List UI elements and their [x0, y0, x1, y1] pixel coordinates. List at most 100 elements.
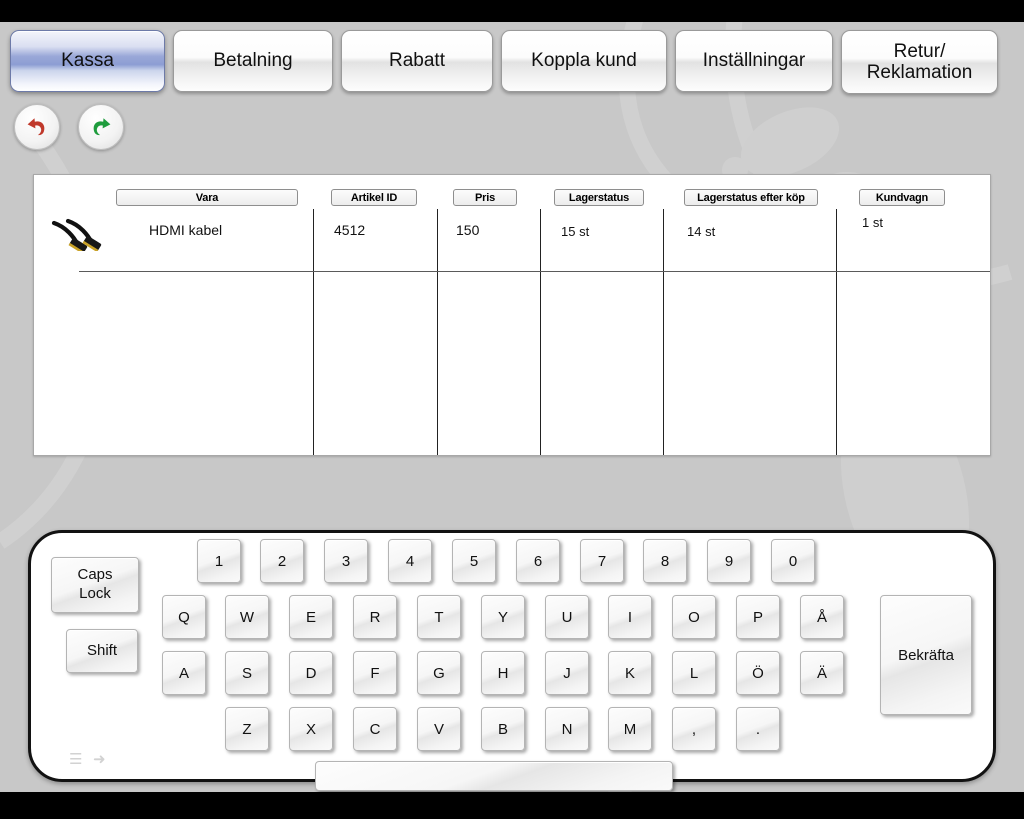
- key-aring[interactable]: Å: [800, 595, 844, 639]
- key-3[interactable]: 3: [324, 539, 368, 583]
- tab-betalning-label: Betalning: [213, 50, 293, 72]
- key-y[interactable]: Y: [481, 595, 525, 639]
- key-label: 6: [533, 552, 543, 570]
- key-g[interactable]: G: [417, 651, 461, 695]
- tab-kassa[interactable]: Kassa: [10, 30, 165, 92]
- key-comma[interactable]: ,: [672, 707, 716, 751]
- key-7[interactable]: 7: [580, 539, 624, 583]
- column-header-vara[interactable]: Vara: [116, 189, 298, 206]
- key-label: P: [752, 608, 763, 626]
- key-odia[interactable]: Ö: [736, 651, 780, 695]
- column-header-lagerstatus[interactable]: Lagerstatus: [554, 189, 644, 206]
- column-header-label: Vara: [195, 191, 219, 204]
- key-1[interactable]: 1: [197, 539, 241, 583]
- key-w[interactable]: W: [225, 595, 269, 639]
- key-label: 4: [405, 552, 415, 570]
- key-label: N: [561, 720, 573, 738]
- key-b[interactable]: B: [481, 707, 525, 751]
- column-divider: [313, 209, 314, 455]
- key-0[interactable]: 0: [771, 539, 815, 583]
- key-u[interactable]: U: [545, 595, 589, 639]
- keyboard-layout-icon[interactable]: ☰: [69, 752, 82, 767]
- key-r[interactable]: R: [353, 595, 397, 639]
- key-f[interactable]: F: [353, 651, 397, 695]
- key-label: 5: [469, 552, 479, 570]
- key-2[interactable]: 2: [260, 539, 304, 583]
- key-label: Å: [816, 608, 827, 626]
- key-i[interactable]: I: [608, 595, 652, 639]
- tab-rabatt-label: Rabatt: [389, 50, 445, 72]
- tab-rabatt[interactable]: Rabatt: [341, 30, 493, 92]
- key-9[interactable]: 9: [707, 539, 751, 583]
- tab-installningar-label: Inställningar: [702, 50, 806, 72]
- key-label: M: [623, 720, 637, 738]
- key-confirm[interactable]: Bekräfta: [880, 595, 972, 715]
- key-6[interactable]: 6: [516, 539, 560, 583]
- key-label: T: [434, 608, 444, 626]
- key-5[interactable]: 5: [452, 539, 496, 583]
- tab-kassa-label: Kassa: [61, 50, 114, 72]
- column-divider: [836, 209, 837, 455]
- column-header-label: Lagerstatus efter köp: [697, 191, 805, 204]
- key-h[interactable]: H: [481, 651, 525, 695]
- tab-koppla-kund[interactable]: Koppla kund: [501, 30, 667, 92]
- column-header-kundvagn[interactable]: Kundvagn: [859, 189, 945, 206]
- key-q[interactable]: Q: [162, 595, 206, 639]
- key-label: Ä: [816, 664, 827, 682]
- key-m[interactable]: M: [608, 707, 652, 751]
- key-label: D: [305, 664, 317, 682]
- key-k[interactable]: K: [608, 651, 652, 695]
- key-a[interactable]: A: [162, 651, 206, 695]
- tab-installningar[interactable]: Inställningar: [675, 30, 833, 92]
- tab-retur-reklamation-label: Retur/ Reklamation: [866, 40, 973, 83]
- key-n[interactable]: N: [545, 707, 589, 751]
- keyboard-move-icon[interactable]: ➜: [93, 752, 106, 767]
- key-c[interactable]: C: [353, 707, 397, 751]
- key-label: W: [239, 608, 255, 626]
- key-j[interactable]: J: [545, 651, 589, 695]
- key-o[interactable]: O: [672, 595, 716, 639]
- key-label: K: [624, 664, 635, 682]
- key-caps-lock[interactable]: Caps Lock: [51, 557, 139, 613]
- key-x[interactable]: X: [289, 707, 333, 751]
- key-label: U: [561, 608, 573, 626]
- key-z[interactable]: Z: [225, 707, 269, 751]
- key-label: A: [178, 664, 189, 682]
- key-label: G: [433, 664, 445, 682]
- column-header-lagerstatus-efter-kop[interactable]: Lagerstatus efter köp: [684, 189, 818, 206]
- redo-button[interactable]: [78, 104, 124, 150]
- key-period[interactable]: .: [736, 707, 780, 751]
- key-label: Z: [242, 720, 252, 738]
- tab-retur-reklamation[interactable]: Retur/ Reklamation: [841, 30, 998, 94]
- cell-pris: 150: [456, 222, 480, 238]
- key-p[interactable]: P: [736, 595, 780, 639]
- key-l[interactable]: L: [672, 651, 716, 695]
- key-shift-label: Shift: [86, 641, 117, 659]
- tab-koppla-kund-label: Koppla kund: [531, 50, 637, 72]
- key-4[interactable]: 4: [388, 539, 432, 583]
- key-label: V: [433, 720, 444, 738]
- key-t[interactable]: T: [417, 595, 461, 639]
- key-label: Y: [497, 608, 508, 626]
- undo-icon: [27, 118, 45, 136]
- tab-betalning[interactable]: Betalning: [173, 30, 333, 92]
- column-header-pris[interactable]: Pris: [453, 189, 517, 206]
- key-label: Q: [178, 608, 190, 626]
- key-v[interactable]: V: [417, 707, 461, 751]
- key-adia[interactable]: Ä: [800, 651, 844, 695]
- undo-button[interactable]: [14, 104, 60, 150]
- key-caps-lock-label: Caps Lock: [77, 566, 113, 602]
- column-header-artikel-id[interactable]: Artikel ID: [331, 189, 417, 206]
- key-label: 9: [724, 552, 734, 570]
- cart-table: Vara Artikel ID Pris Lagerstatus Lagerst…: [33, 174, 991, 456]
- key-d[interactable]: D: [289, 651, 333, 695]
- key-s[interactable]: S: [225, 651, 269, 695]
- key-label: ,: [691, 720, 697, 738]
- cell-artikel-id: 4512: [334, 222, 366, 238]
- key-e[interactable]: E: [289, 595, 333, 639]
- key-8[interactable]: 8: [643, 539, 687, 583]
- key-space[interactable]: [315, 761, 673, 791]
- key-label: B: [497, 720, 508, 738]
- key-label: .: [755, 720, 761, 738]
- key-shift[interactable]: Shift: [66, 629, 138, 673]
